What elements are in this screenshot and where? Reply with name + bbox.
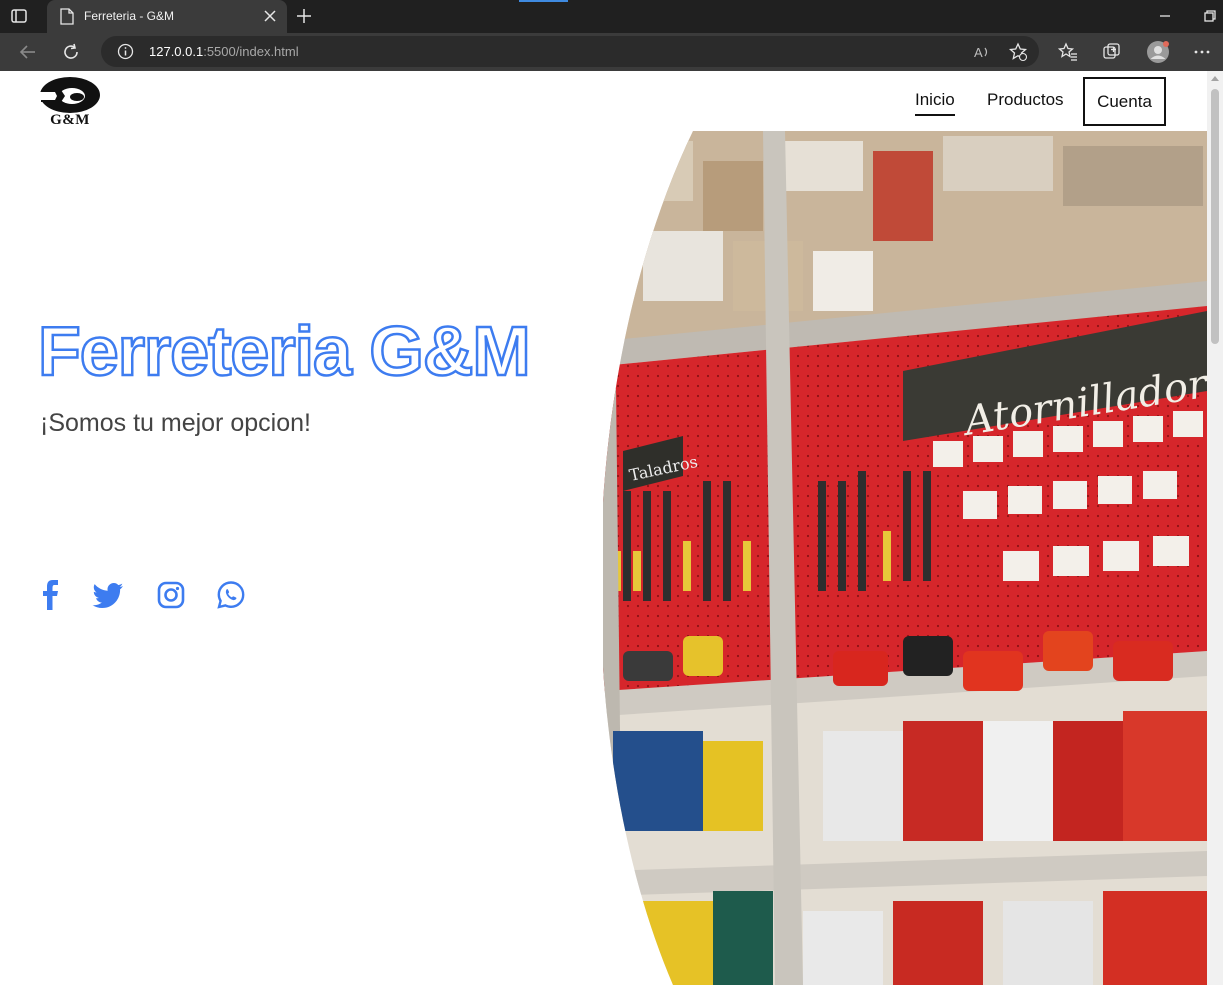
profile-avatar-icon[interactable] [1146,40,1170,64]
whatsapp-icon[interactable] [216,579,246,611]
url-host: 127.0.0.1 [149,44,204,59]
browser-toolbar: 127.0.0.1:5500/index.html A [0,33,1223,71]
site-info-icon[interactable] [117,43,134,60]
cuenta-button[interactable]: Cuenta [1083,77,1166,126]
add-favorite-icon[interactable] [1008,42,1028,62]
wrench-logo-icon [39,77,100,113]
nav-productos[interactable]: Productos [987,90,1064,110]
scrollbar-thumb[interactable] [1211,89,1219,344]
url-path: :5500/index.html [203,44,299,59]
svg-text:A: A [974,45,983,60]
scroll-up-arrow-icon[interactable] [1211,76,1219,81]
twitter-icon[interactable] [92,579,124,611]
browser-tab[interactable]: Ferreteria - G&M [47,0,287,33]
refresh-icon[interactable] [61,42,81,62]
new-tab-icon[interactable] [294,6,314,26]
browser-tabstrip: Ferreteria - G&M [0,0,1223,33]
tab-title: Ferreteria - G&M [84,9,175,23]
close-tab-icon[interactable] [262,8,278,24]
hero-title: Ferreteria G&M [37,311,532,392]
address-bar[interactable]: 127.0.0.1:5500/index.html A [101,36,1039,67]
tab-accent-line [519,0,568,2]
hero-subtitle: ¡Somos tu mejor opcion! [40,409,311,437]
logo[interactable]: G&M [39,76,101,128]
nav-inicio[interactable]: Inicio [915,90,955,116]
vertical-scrollbar[interactable] [1207,71,1223,985]
collections-icon[interactable] [1102,42,1122,62]
favorites-icon[interactable] [1058,42,1078,62]
minimize-icon[interactable] [1158,9,1172,23]
page-viewport: G&M Inicio Productos Cuenta Ferreteria G… [0,71,1207,985]
url-text: 127.0.0.1:5500/index.html [149,44,299,59]
restore-icon[interactable] [1203,9,1217,23]
tab-actions-icon[interactable] [10,7,28,25]
hardware-store-shelves-image: Atornilladores Taladros [603,131,1207,985]
read-aloud-icon[interactable]: A [972,42,992,62]
more-menu-icon[interactable] [1192,42,1212,62]
logo-text: G&M [50,112,90,128]
facebook-icon[interactable] [36,579,66,611]
instagram-icon[interactable] [156,579,186,611]
back-icon[interactable] [18,42,38,62]
document-icon [60,8,74,25]
